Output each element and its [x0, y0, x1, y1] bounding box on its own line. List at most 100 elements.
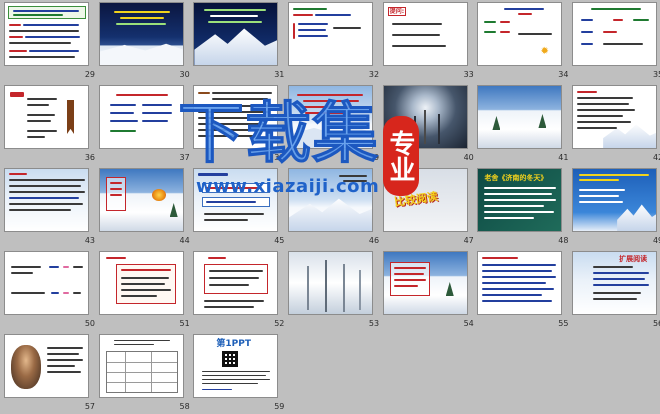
- text-line: [579, 174, 650, 176]
- text-line: [47, 365, 75, 367]
- text-line: [47, 353, 79, 355]
- text-line: [29, 50, 79, 52]
- slide-preview[interactable]: [98, 334, 184, 398]
- text-line: [204, 219, 249, 221]
- slide-preview[interactable]: [4, 85, 89, 149]
- text-line: [141, 120, 168, 122]
- slide-thumbnail-53[interactable]: 53: [288, 251, 379, 328]
- slide-thumbnail-49[interactable]: 49: [572, 168, 660, 245]
- text-line: [73, 292, 81, 294]
- text-line: [209, 270, 264, 272]
- slide-number: 52: [274, 319, 285, 328]
- slide-thumbnail-50[interactable]: 50: [4, 251, 95, 328]
- slide-thumbnail-44[interactable]: 44: [98, 168, 190, 245]
- slide-preview[interactable]: [193, 251, 279, 315]
- slide-preview[interactable]: [572, 168, 658, 232]
- text-line: [208, 257, 227, 259]
- text-line: [581, 31, 594, 33]
- text-line: [109, 188, 122, 190]
- text-line: [9, 42, 71, 44]
- slide-preview[interactable]: [572, 85, 658, 149]
- slide-thumbnail-48[interactable]: 老舍《济南的冬天》 48: [477, 168, 568, 245]
- slide-thumbnail-54[interactable]: 54: [382, 251, 474, 328]
- slide-number: 50: [84, 319, 95, 328]
- slide-preview[interactable]: [98, 251, 184, 315]
- slide-thumbnail-57[interactable]: 57: [4, 334, 95, 411]
- text-line: [120, 283, 165, 285]
- slide-thumbnail-41[interactable]: 41: [477, 85, 568, 162]
- text-line: [51, 292, 59, 294]
- slide-thumbnail-30[interactable]: 30: [98, 2, 190, 79]
- slide-preview[interactable]: [572, 2, 658, 66]
- slide-number: 45: [274, 236, 285, 245]
- slide-thumbnail-29[interactable]: 29: [4, 2, 95, 79]
- slide-thumbnail-33[interactable]: 提问: 33: [382, 2, 474, 79]
- slide-thumbnail-42[interactable]: 42: [572, 85, 660, 162]
- text-line: [484, 205, 545, 207]
- slide-number: 33: [463, 70, 474, 79]
- slide-preview[interactable]: ✹: [477, 2, 563, 66]
- slide-preview[interactable]: [477, 85, 563, 149]
- pine-tree: [538, 114, 547, 128]
- slide-preview[interactable]: 扩展阅读: [572, 251, 658, 315]
- slide-thumbnail-32[interactable]: 32: [288, 2, 379, 79]
- text-box: [115, 264, 176, 304]
- slide-thumbnail-37[interactable]: 37: [98, 85, 190, 162]
- text-line: [204, 213, 265, 215]
- slide-preview[interactable]: [4, 334, 89, 398]
- slide-preview[interactable]: [98, 85, 184, 149]
- slide-number: 44: [179, 236, 190, 245]
- ornament-icon: [151, 189, 166, 201]
- table-rule: [150, 352, 152, 392]
- slide-thumbnail-34[interactable]: ✹ 34: [477, 2, 568, 79]
- slide-preview[interactable]: [98, 168, 184, 232]
- slide-preview[interactable]: [288, 2, 374, 66]
- slide-preview[interactable]: 老舍《济南的冬天》: [477, 168, 563, 232]
- slide-number: 49: [652, 236, 660, 245]
- text-line: [482, 282, 547, 284]
- text-line: [9, 30, 79, 32]
- slide-thumbnail-52[interactable]: 52: [193, 251, 284, 328]
- text-line: [482, 276, 557, 278]
- slide-number: 41: [558, 153, 569, 162]
- slide-preview[interactable]: [4, 2, 89, 66]
- slide-thumbnail-51[interactable]: 51: [98, 251, 190, 328]
- snow-mountain: [617, 204, 657, 231]
- text-line: [391, 45, 446, 47]
- slide-thumbnail-56[interactable]: 扩展阅读 56: [572, 251, 660, 328]
- slide-preview[interactable]: [193, 2, 279, 66]
- slide-number: 29: [84, 70, 95, 79]
- text-box: [204, 264, 269, 294]
- slide-preview[interactable]: [98, 2, 184, 66]
- text-line: [208, 21, 263, 23]
- text-line: [9, 56, 75, 58]
- slide-thumbnail-55[interactable]: 55: [477, 251, 568, 328]
- text-line: [49, 266, 59, 268]
- slide-thumbnail-58[interactable]: 58: [98, 334, 190, 411]
- slide-thumbnail-59[interactable]: 第1PPT 59: [193, 334, 284, 411]
- slide-thumbnail-36[interactable]: 36: [4, 85, 95, 162]
- text-line: [202, 375, 267, 376]
- slide-preview[interactable]: [382, 251, 468, 315]
- text-line: [27, 120, 51, 122]
- slide-thumbnail-43[interactable]: 43: [4, 168, 95, 245]
- text-line: [9, 209, 71, 211]
- text-line: [484, 217, 535, 219]
- text-line: [484, 193, 553, 195]
- slide-preview[interactable]: [4, 168, 89, 232]
- text-line: [113, 11, 170, 13]
- slide-thumbnail-35[interactable]: 35: [572, 2, 660, 79]
- slide-sorter-grid: 29 30 31 32 提问: 33 ✹ 34 3 36 37 38 39 40…: [4, 2, 660, 411]
- slide-thumbnail-31[interactable]: 31: [193, 2, 284, 79]
- slide-preview[interactable]: [4, 251, 89, 315]
- slide-preview[interactable]: [477, 251, 563, 315]
- slide-preview[interactable]: 第1PPT: [193, 334, 279, 398]
- text-line: [603, 31, 618, 33]
- slide-preview[interactable]: 提问:: [382, 2, 468, 66]
- slide-preview[interactable]: [288, 251, 374, 315]
- text-line: [141, 112, 172, 114]
- text-line: [9, 24, 21, 26]
- text-line: [63, 292, 69, 294]
- tree-trunk: [343, 264, 346, 312]
- text-line: [113, 340, 170, 341]
